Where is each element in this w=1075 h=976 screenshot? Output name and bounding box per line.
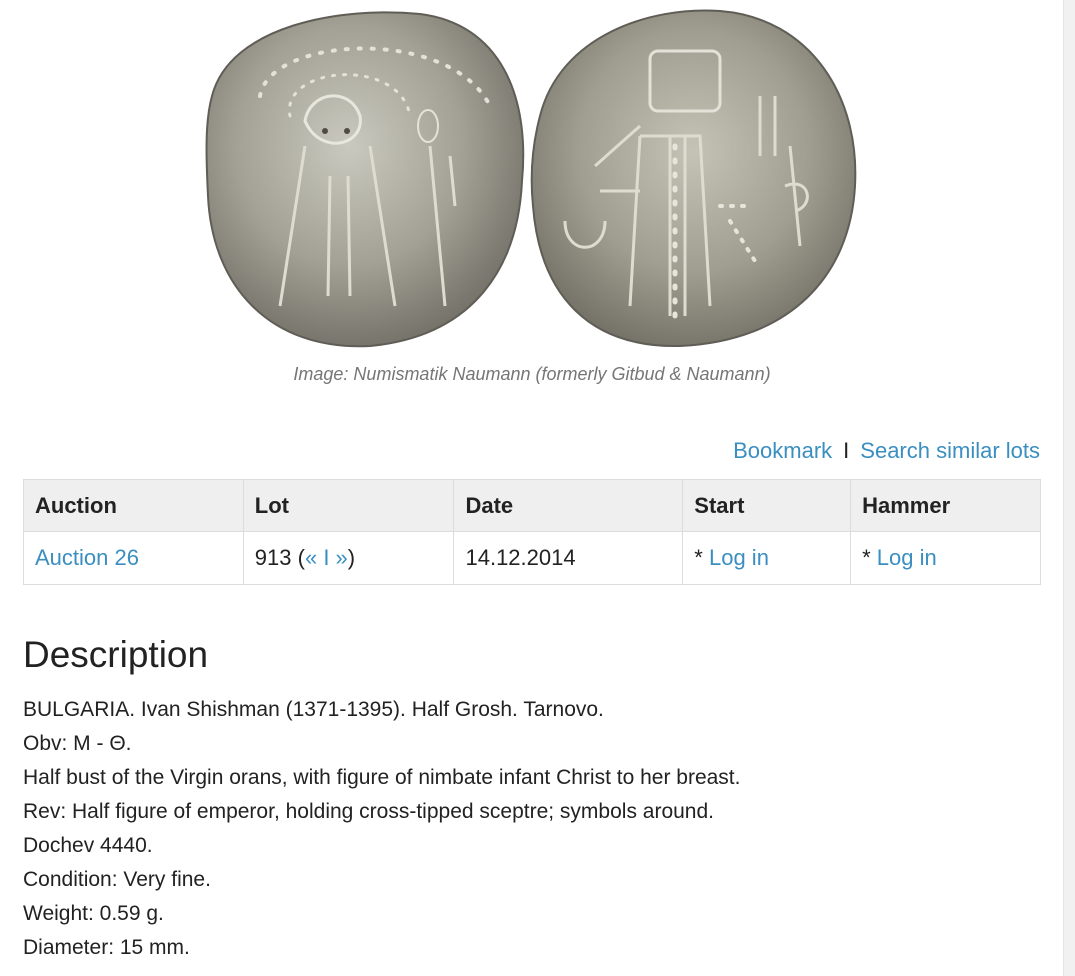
description-line: Rev: Half figure of emperor, holding cro… bbox=[23, 800, 715, 823]
lot-paren-close: ) bbox=[347, 545, 356, 570]
date-cell: 14.12.2014 bbox=[453, 531, 684, 585]
description-line: Obv: M - Θ. bbox=[23, 732, 132, 755]
description-line: Weight: 0.59 g. bbox=[23, 902, 164, 925]
next-lot-link[interactable]: » bbox=[336, 545, 348, 570]
description-line: BULGARIA. Ivan Shishman (1371-1395). Hal… bbox=[23, 698, 604, 721]
table-row: Auction 26 913 (« I ») 14.12.2014 * Log … bbox=[23, 531, 1041, 585]
description-line: Condition: Very fine. bbox=[23, 868, 211, 891]
page-scrollbar[interactable] bbox=[1063, 0, 1075, 976]
auction-cell: Auction 26 bbox=[23, 531, 244, 585]
hammer-login-link[interactable]: Log in bbox=[877, 545, 937, 570]
hammer-asterisk: * bbox=[862, 545, 877, 570]
image-caption: Image: Numismatik Naumann (formerly Gitb… bbox=[293, 364, 771, 384]
coin-photo-svg bbox=[205, 9, 857, 348]
column-header-date: Date bbox=[453, 479, 684, 532]
lot-actions: Bookmark I Search similar lots bbox=[733, 438, 1040, 464]
description-line: Half bust of the Virgin orans, with figu… bbox=[23, 766, 741, 789]
lot-nav-separator: I bbox=[317, 545, 336, 570]
previous-lot-link[interactable]: « bbox=[305, 545, 317, 570]
column-header-lot: Lot bbox=[242, 479, 455, 532]
description-line: Dochev 4440. bbox=[23, 834, 153, 857]
lot-page: Image: Numismatik Naumann (formerly Gitb… bbox=[0, 0, 1075, 976]
search-similar-lots-link[interactable]: Search similar lots bbox=[860, 438, 1040, 463]
column-header-hammer: Hammer bbox=[850, 479, 1041, 532]
lot-paren-open: ( bbox=[291, 545, 305, 570]
start-login-link[interactable]: Log in bbox=[709, 545, 769, 570]
description-heading: Description bbox=[23, 634, 209, 675]
lot-number: 913 bbox=[254, 545, 292, 570]
column-header-start: Start bbox=[682, 479, 852, 532]
start-cell: * Log in bbox=[682, 531, 852, 585]
lot-cell: 913 (« I ») bbox=[242, 531, 455, 585]
table-header-row: Auction Lot Date Start Hammer bbox=[23, 479, 1041, 532]
actions-separator: I bbox=[843, 438, 850, 463]
auction-lot-table: Auction Lot Date Start Hammer Auction 26… bbox=[23, 479, 1041, 585]
auction-link[interactable]: Auction 26 bbox=[35, 545, 139, 570]
coin-obverse bbox=[205, 11, 525, 348]
bookmark-link[interactable]: Bookmark bbox=[733, 438, 832, 463]
start-asterisk: * bbox=[694, 545, 709, 570]
hammer-cell: * Log in bbox=[850, 531, 1041, 585]
coin-reverse bbox=[530, 9, 857, 348]
description-line: Diameter: 15 mm. bbox=[23, 936, 190, 959]
column-header-auction: Auction bbox=[23, 479, 244, 532]
description-text: BULGARIA. Ivan Shishman (1371-1395). Hal… bbox=[23, 693, 740, 965]
coin-image[interactable] bbox=[200, 6, 865, 356]
